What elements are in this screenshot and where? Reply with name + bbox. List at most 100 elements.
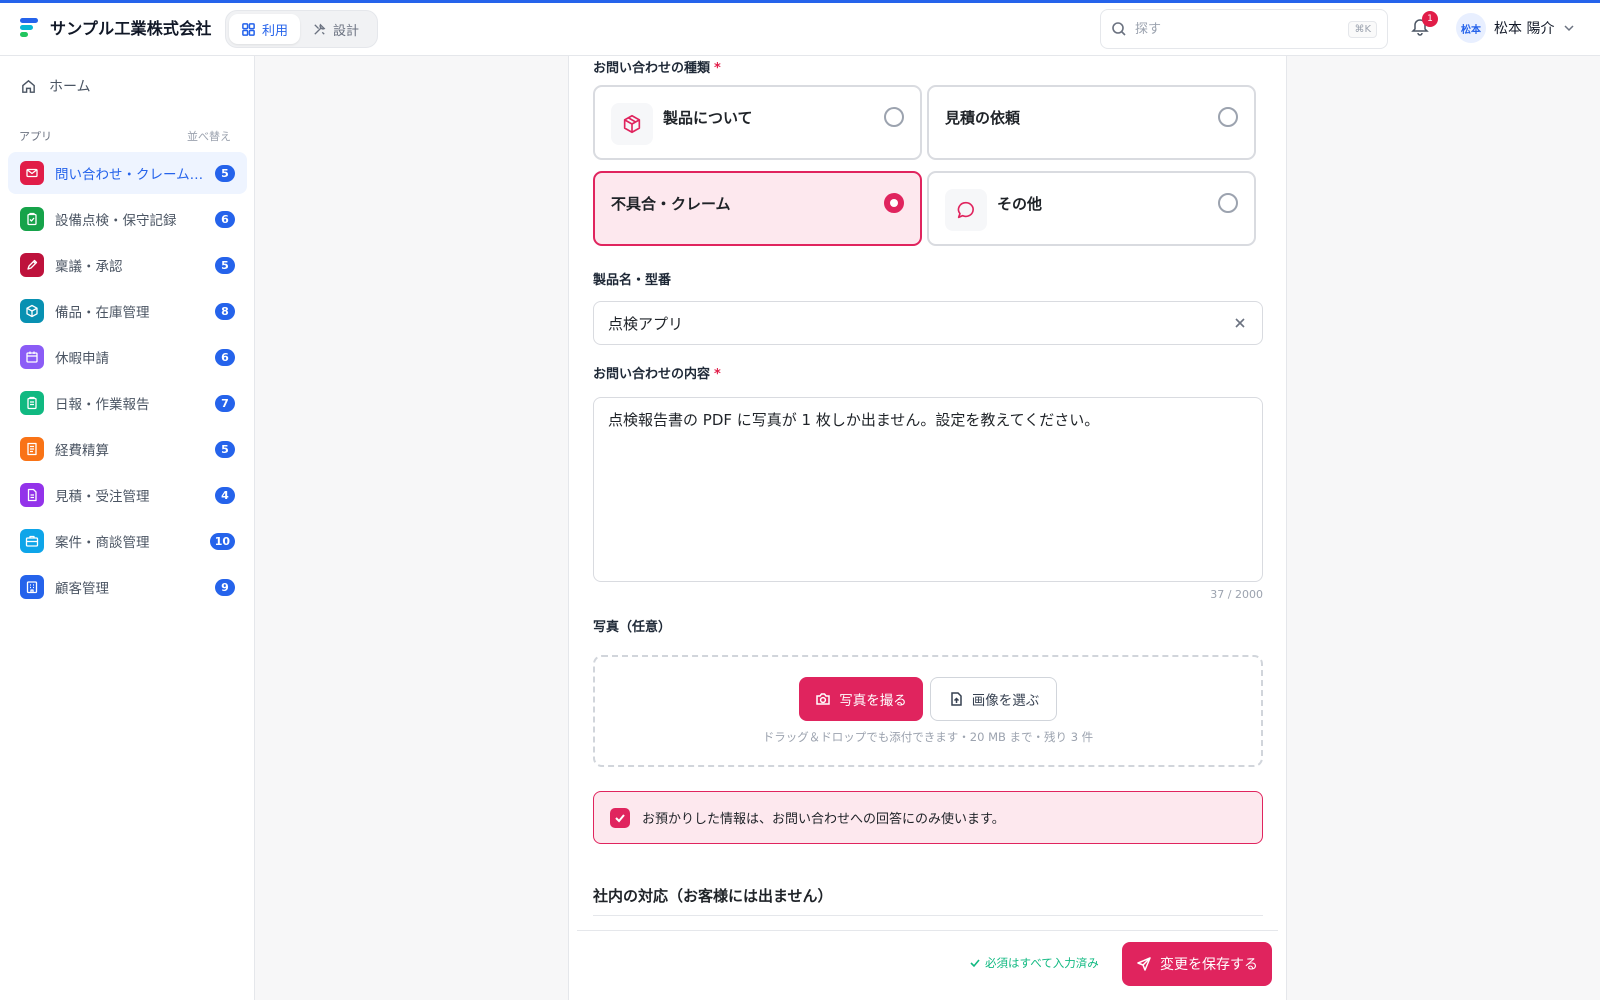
tools-icon <box>314 23 326 35</box>
sort-apps-button[interactable]: 並べ替え <box>187 128 231 144</box>
content-textarea[interactable]: 点検報告書の PDF に写真が 1 枚しか出ません。設定を教えてください。 <box>593 397 1263 582</box>
sidebar-app-icon-wrap <box>20 575 44 599</box>
grid-icon <box>242 22 255 36</box>
sidebar-app-icon-wrap <box>20 345 44 369</box>
sidebar-item-label: 設備点検・保守記録 <box>55 213 177 229</box>
sidebar-home-label: ホーム <box>49 79 91 95</box>
send-icon <box>1137 957 1151 971</box>
user-menu[interactable]: 松本 松本 陽介 <box>1456 13 1576 43</box>
mode-design-button[interactable]: 設計 <box>300 14 371 44</box>
notification-count-badge: 1 <box>1422 11 1438 27</box>
required-mark: * <box>714 367 721 382</box>
product-field[interactable] <box>593 301 1263 345</box>
sidebar-app-icon-wrap <box>20 483 44 507</box>
sidebar-item-briefcase[interactable]: 案件・商談管理 10 <box>8 520 247 562</box>
sidebar-app-icon-wrap <box>20 253 44 277</box>
sidebar-item-box[interactable]: 備品・在庫管理 8 <box>8 290 247 332</box>
app-list: 問い合わせ・クレーム管理 5 設備点検・保守記録 6 稟議・承認 5 備品・在庫管理 8 休暇申… <box>8 152 247 612</box>
validation-status-text: 必須はすべて入力済み <box>985 956 1099 970</box>
sidebar-app-icon-wrap <box>20 391 44 415</box>
briefcase-icon <box>25 535 39 547</box>
mode-use-button[interactable]: 利用 <box>229 14 301 44</box>
sidebar-item-building[interactable]: 顧客管理 9 <box>8 566 247 608</box>
camera-icon <box>816 693 830 705</box>
avatar: 松本 <box>1456 13 1486 43</box>
receipt-icon <box>27 442 37 456</box>
take-photo-button[interactable]: 写真を撮る <box>799 677 923 721</box>
global-search[interactable]: ⌘K <box>1100 9 1388 49</box>
sidebar-item-label: 経費精算 <box>55 443 109 459</box>
sidebar-item-home[interactable]: ホーム <box>8 68 247 104</box>
consent-text: お預かりした情報は、お問い合わせへの回答にのみ使います。 <box>642 812 1005 827</box>
type-option-defect[interactable]: 不具合・クレーム <box>593 171 922 246</box>
type-option-estimate[interactable]: 見積の依頼 <box>927 85 1256 160</box>
product-input[interactable] <box>608 314 1232 332</box>
calendar-icon <box>26 351 38 363</box>
sidebar-item-count-badge: 5 <box>215 440 235 458</box>
type-option-estimate-radio[interactable] <box>1218 107 1238 127</box>
sidebar-item-label: 稟議・承認 <box>55 259 123 275</box>
box-icon <box>623 114 641 134</box>
sidebar-item-pen[interactable]: 稟議・承認 5 <box>8 244 247 286</box>
sidebar-item-label: 備品・在庫管理 <box>55 305 150 321</box>
chevron-down-icon <box>1564 25 1574 32</box>
save-button[interactable]: 変更を保存する <box>1122 942 1272 986</box>
search-icon <box>1112 22 1126 36</box>
sidebar-item-receipt[interactable]: 経費精算 5 <box>8 428 247 470</box>
sidebar-item-count-badge: 6 <box>215 210 235 228</box>
validation-status: 必須はすべて入力済み <box>969 955 1099 971</box>
take-photo-label: 写真を撮る <box>839 693 907 709</box>
chat-icon <box>957 201 974 219</box>
char-counter: 37 / 2000 <box>1210 588 1263 601</box>
sidebar-item-clipboard[interactable]: 日報・作業報告 7 <box>8 382 247 424</box>
required-mark: * <box>714 61 721 76</box>
choose-image-label: 画像を選ぶ <box>971 693 1040 709</box>
file-upload-icon <box>951 692 962 706</box>
brand[interactable]: サンプル工業株式会社 <box>18 15 212 39</box>
sidebar-item-label: 見積・受注管理 <box>55 489 150 505</box>
check-icon <box>970 959 980 968</box>
search-input[interactable] <box>1135 21 1341 37</box>
sidebar-item-calendar[interactable]: 休暇申請 6 <box>8 336 247 378</box>
clipboard-check-icon <box>27 212 37 226</box>
section-divider <box>593 915 1263 916</box>
content-label: お問い合わせの内容 * <box>593 363 721 382</box>
apps-section-header: アプリ 並べ替え <box>19 128 231 144</box>
sidebar-item-label: 問い合わせ・クレーム管理 <box>55 167 204 183</box>
product-label: 製品名・型番 <box>593 273 672 288</box>
type-option-other-radio[interactable] <box>1218 193 1238 213</box>
sidebar-item-count-badge: 6 <box>215 348 235 366</box>
sidebar-item-clipboard-check[interactable]: 設備点検・保守記録 6 <box>8 198 247 240</box>
inquiry-type-label-text: お問い合わせの種類 <box>593 61 711 76</box>
type-option-product-radio[interactable] <box>884 107 904 127</box>
notifications-button[interactable]: 1 <box>1410 11 1438 41</box>
check-icon <box>615 813 625 822</box>
sidebar-item-count-badge: 10 <box>209 532 235 550</box>
sidebar-item-mail[interactable]: 問い合わせ・クレーム管理 5 <box>8 152 247 194</box>
sidebar-item-count-badge: 5 <box>215 164 235 182</box>
sidebar-item-document[interactable]: 見積・受注管理 4 <box>8 474 247 516</box>
sidebar: ホーム アプリ 並べ替え 問い合わせ・クレーム管理 5 設備点検・保守記録 6 稟議・承… <box>0 56 255 1000</box>
sidebar-app-icon-wrap <box>20 207 44 231</box>
consent-checkbox[interactable] <box>610 807 630 828</box>
clear-icon[interactable] <box>1232 315 1248 331</box>
type-option-defect-radio[interactable] <box>884 193 904 213</box>
inquiry-form-panel: お問い合わせの種類 * 製品について 見積の依頼 不具合・クレーム その他 製品名… <box>568 56 1287 1000</box>
sidebar-item-count-badge: 8 <box>215 302 235 320</box>
product-option-icon-wrap <box>611 103 653 145</box>
sidebar-item-label: 案件・商談管理 <box>55 535 150 551</box>
type-option-other[interactable]: その他 <box>927 171 1256 246</box>
inquiry-type-label: お問い合わせの種類 * <box>593 57 721 76</box>
content-label-text: お問い合わせの内容 <box>593 367 711 382</box>
company-logo-icon <box>20 18 38 37</box>
photo-dropzone[interactable]: 写真を撮る 画像を選ぶ ドラッグ＆ドロップでも添付できます・20 MB まで・残… <box>593 655 1263 767</box>
type-option-other-label: その他 <box>997 195 1043 213</box>
type-option-defect-label: 不具合・クレーム <box>611 195 731 213</box>
sidebar-item-count-badge: 4 <box>215 486 235 504</box>
choose-image-button[interactable]: 画像を選ぶ <box>930 677 1057 721</box>
other-option-icon-wrap <box>945 189 987 231</box>
user-name: 松本 陽介 <box>1494 21 1555 37</box>
sidebar-item-count-badge: 5 <box>215 256 235 274</box>
type-option-product[interactable]: 製品について <box>593 85 922 160</box>
dropzone-hint: ドラッグ＆ドロップでも添付できます・20 MB まで・残り 3 件 <box>762 730 1094 744</box>
